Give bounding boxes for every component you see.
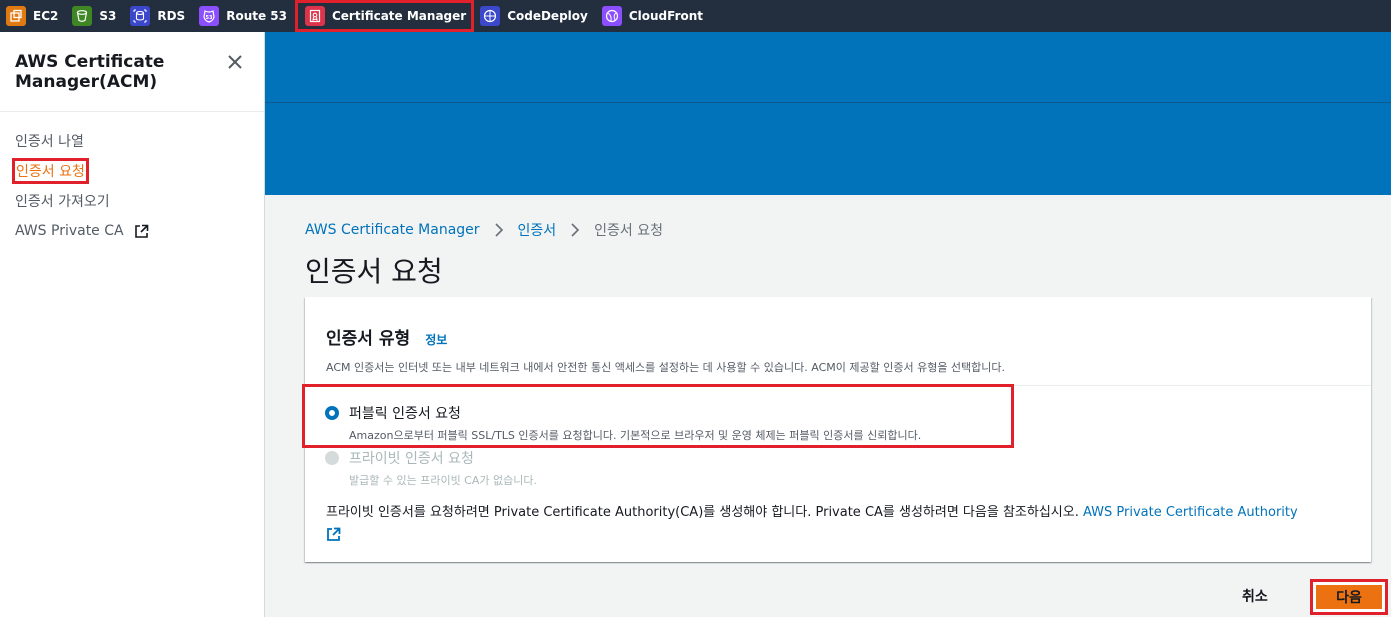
- service-label: EC2: [33, 9, 59, 23]
- sidebar-item-label: 인증서 가져오기: [15, 194, 110, 210]
- close-icon[interactable]: [226, 53, 244, 71]
- external-link-icon[interactable]: [326, 527, 341, 542]
- external-link-icon: [134, 224, 148, 238]
- sidebar-title: AWS Certificate Manager(ACM): [15, 52, 165, 92]
- rds-icon: [130, 6, 151, 26]
- private-ca-note: 프라이빗 인증서를 요청하려면 Private Certificate Auth…: [326, 503, 1366, 542]
- header-banner: [265, 32, 1391, 195]
- route53-icon: 53: [199, 6, 220, 26]
- sidebar-header: AWS Certificate Manager(ACM): [0, 32, 264, 112]
- sidebar-item-request-certificate[interactable]: 인증서 요청: [0, 156, 264, 186]
- service-certificate-manager[interactable]: Certificate Manager: [294, 0, 475, 32]
- service-label: CloudFront: [628, 9, 704, 23]
- service-ec2[interactable]: EC2: [0, 0, 66, 32]
- note-text: 프라이빗 인증서를 요청하려면 Private Certificate Auth…: [326, 505, 1079, 520]
- service-s3[interactable]: S3: [66, 0, 124, 32]
- sidebar: AWS Certificate Manager(ACM) 인증서 나열 인증서 …: [0, 32, 265, 617]
- sidebar-item-list-certificates[interactable]: 인증서 나열: [0, 126, 264, 156]
- service-codedeploy[interactable]: CodeDeploy: [474, 0, 596, 32]
- option-label: 프라이빗 인증서 요청: [349, 451, 474, 467]
- chevron-right-icon: [494, 223, 503, 237]
- svg-text:53: 53: [206, 15, 213, 21]
- service-route53[interactable]: 53 Route 53: [193, 0, 295, 32]
- sidebar-item-label: AWS Private CA: [15, 223, 124, 239]
- option-description: 발급할 수 있는 프라이빗 CA가 없습니다.: [349, 474, 537, 487]
- radio-selected[interactable]: [325, 406, 339, 420]
- breadcrumb-current: 인증서 요청: [594, 223, 664, 239]
- service-rds[interactable]: RDS: [124, 0, 193, 32]
- service-cloudfront[interactable]: CloudFront: [596, 0, 711, 32]
- next-button[interactable]: 다음: [1316, 585, 1382, 609]
- services-bar: EC2 S3 RDS 53 Route 53 Certificate Manag…: [0, 0, 1391, 32]
- s3-icon: [72, 6, 93, 26]
- cloudfront-icon: [601, 6, 622, 26]
- private-ca-link[interactable]: AWS Private Certificate Authority: [1083, 505, 1298, 520]
- certificate-manager-icon: [304, 6, 325, 26]
- breadcrumb-acm[interactable]: AWS Certificate Manager: [305, 222, 480, 238]
- sidebar-nav: 인증서 나열 인증서 요청 인증서 가져오기 AWS Private CA: [0, 112, 264, 246]
- breadcrumb: AWS Certificate Manager 인증서 인증서 요청: [305, 220, 663, 240]
- service-label: Certificate Manager: [331, 9, 467, 23]
- info-link[interactable]: 정보: [425, 333, 447, 347]
- cancel-button[interactable]: 취소: [1236, 584, 1274, 608]
- codedeploy-icon: [480, 6, 501, 26]
- sidebar-item-label: 인증서 요청: [12, 158, 89, 184]
- sidebar-item-private-ca[interactable]: AWS Private CA: [0, 216, 264, 246]
- sidebar-item-label: 인증서 나열: [15, 134, 84, 150]
- panel-title: 인증서 유형: [326, 329, 411, 349]
- option-public-certificate[interactable]: 퍼블릭 인증서 요청 Amazon으로부터 퍼블릭 SSL/TLS 인증서를 요…: [325, 403, 921, 443]
- certificate-type-panel: 인증서 유형 정보 ACM 인증서는 인터넷 또는 내부 네트워크 내에서 안전…: [302, 297, 1371, 562]
- chevron-right-icon: [571, 223, 580, 237]
- service-label: RDS: [157, 9, 186, 23]
- panel-header: 인증서 유형 정보 ACM 인증서는 인터넷 또는 내부 네트워크 내에서 안전…: [305, 297, 1371, 386]
- service-label: Route 53: [226, 9, 287, 23]
- ec2-icon: [6, 6, 26, 26]
- option-private-certificate[interactable]: 프라이빗 인증서 요청 발급할 수 있는 프라이빗 CA가 없습니다.: [325, 448, 537, 488]
- option-label: 퍼블릭 인증서 요청: [349, 406, 461, 422]
- service-label: CodeDeploy: [507, 9, 588, 23]
- option-description: Amazon으로부터 퍼블릭 SSL/TLS 인증서를 요청합니다. 기본적으로…: [349, 429, 922, 442]
- breadcrumb-certificates[interactable]: 인증서: [518, 220, 557, 240]
- panel-description: ACM 인증서는 인터넷 또는 내부 네트워크 내에서 안전한 통신 액세스를 …: [326, 361, 1006, 374]
- radio-disabled[interactable]: [325, 451, 339, 465]
- page-title: 인증서 요청: [305, 255, 443, 288]
- service-label: S3: [99, 9, 117, 23]
- sidebar-item-import-certificate[interactable]: 인증서 가져오기: [0, 186, 264, 216]
- banner-divider: [265, 102, 1391, 103]
- next-button-highlight[interactable]: 다음: [1310, 579, 1388, 615]
